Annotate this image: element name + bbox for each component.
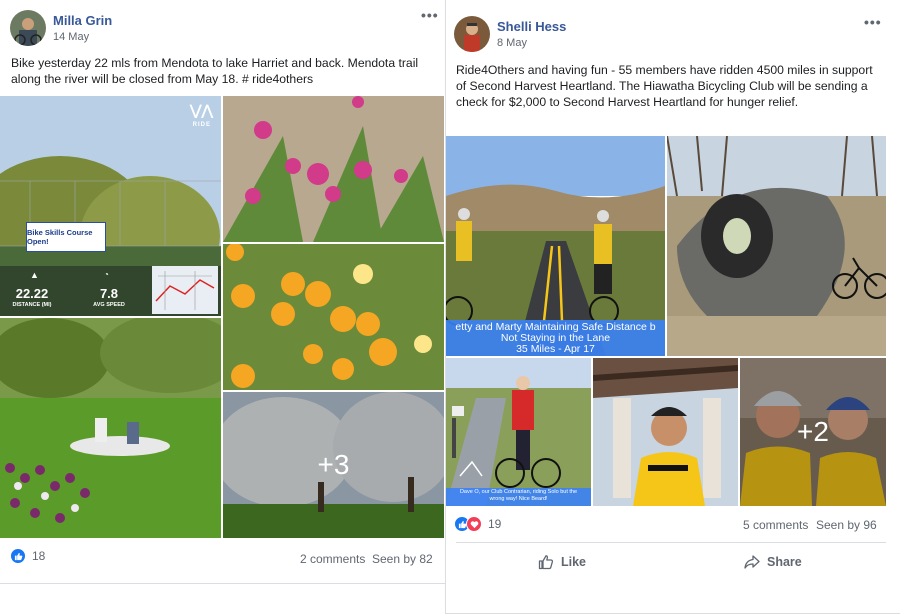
share-button[interactable]: Share: [744, 554, 802, 570]
brand-name: RIDE: [192, 122, 211, 128]
speed-value: 7.8: [99, 286, 119, 301]
photo-blossom-trees[interactable]: +3: [223, 392, 444, 538]
like-icon: [538, 555, 554, 570]
photo-cyclist-trail[interactable]: Dave O, our Club Contrarian, riding Solo…: [446, 358, 591, 506]
speed-icon: ◔: [104, 270, 109, 279]
post-date[interactable]: 14 May: [53, 31, 89, 43]
photo-park-picnic[interactable]: [0, 318, 221, 538]
seen-by-count[interactable]: Seen by 82: [372, 552, 433, 566]
distance-value: 22.22: [15, 286, 49, 301]
post-text: Bike yesterday 22 mls from Mendota to la…: [11, 56, 419, 86]
speed-label: AVG SPEED: [93, 302, 125, 308]
photo-ride-stats[interactable]: ⋁⋀ RIDE Bike Skills Course Open! ▲ 22.22…: [0, 96, 221, 316]
photo-pink-flowers[interactable]: [223, 96, 444, 242]
caption-line-1: Dave O, our Club Contrarian, riding Solo…: [459, 489, 578, 495]
more-options-icon[interactable]: •••: [421, 7, 439, 23]
post-date[interactable]: 8 May: [497, 37, 527, 49]
like-reaction-icon: [10, 548, 26, 564]
photo-two-cyclists[interactable]: etty and Marty Maintaining Safe Distance…: [446, 136, 665, 356]
like-button[interactable]: Like: [538, 554, 586, 570]
author-avatar[interactable]: [10, 10, 46, 46]
like-label: Like: [561, 555, 587, 569]
comments-count[interactable]: 2 comments: [300, 552, 365, 566]
photo-couple[interactable]: +2: [740, 358, 886, 506]
photo-caption: etty and Marty Maintaining Safe Distance…: [446, 322, 665, 355]
photo-tunnel[interactable]: [667, 136, 886, 356]
reactions-summary[interactable]: 18: [10, 548, 45, 564]
more-photos-count[interactable]: +3: [223, 392, 444, 538]
distance-icon: ▲: [30, 270, 39, 280]
seen-by-count[interactable]: Seen by 96: [816, 518, 877, 532]
love-reaction-icon: [466, 516, 482, 532]
share-icon: [744, 555, 760, 569]
post-card-milla: Milla Grin 14 May ••• Bike yesterday 22 …: [0, 0, 446, 584]
post-text: Ride4Others and having fun - 55 members …: [456, 63, 873, 109]
brand-logo-icon: ⋁⋀: [190, 102, 213, 118]
post-card-shelli: Shelli Hess 8 May ••• Ride4Others and ha…: [445, 0, 900, 614]
caption-line-3: 35 Miles - Apr 17: [516, 343, 595, 355]
more-options-icon[interactable]: •••: [864, 14, 882, 30]
photo-caption: Dave O, our Club Contrarian, riding Solo…: [446, 489, 591, 503]
photo-banner-sign: Bike Skills Course Open!: [26, 222, 106, 252]
reactions-summary[interactable]: 19: [454, 516, 501, 532]
caption-line-2: wrong way! Nice Beard!: [489, 496, 548, 502]
photo-smiling-cyclist[interactable]: [593, 358, 738, 506]
comments-count[interactable]: 5 comments: [743, 518, 808, 532]
reaction-count: 18: [32, 549, 46, 563]
author-avatar[interactable]: [454, 16, 490, 52]
reaction-count: 19: [488, 517, 502, 531]
more-photos-count[interactable]: +2: [740, 358, 886, 506]
action-divider: [456, 542, 886, 543]
share-label: Share: [767, 555, 802, 569]
distance-label: DISTANCE (MI): [12, 302, 52, 308]
author-name[interactable]: Milla Grin: [53, 13, 112, 28]
photo-yellow-flowers[interactable]: [223, 244, 444, 390]
author-name[interactable]: Shelli Hess: [497, 19, 566, 34]
